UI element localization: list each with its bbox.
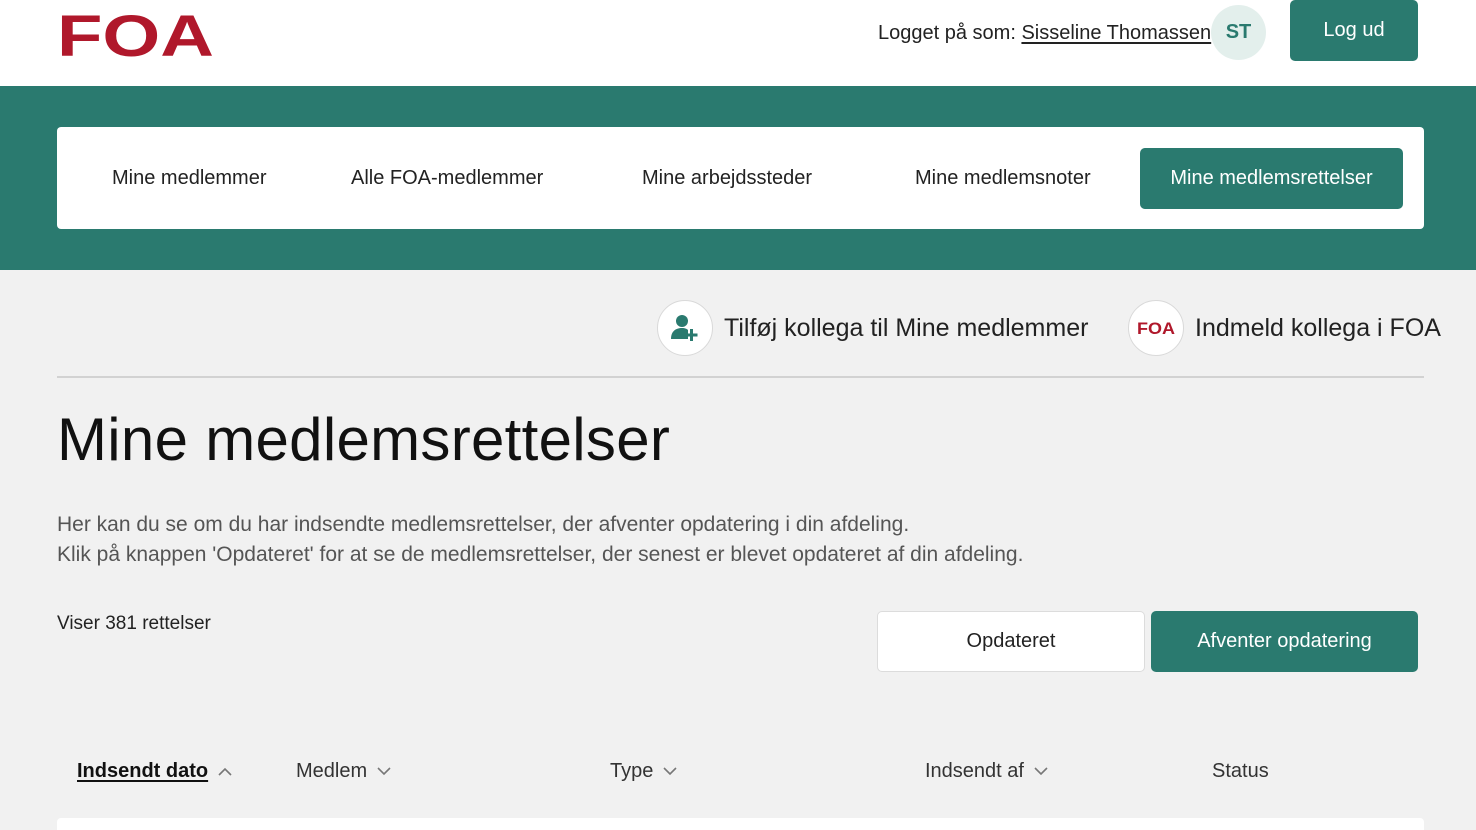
add-person-icon [657,300,713,356]
page-description: Her kan du se om du har indsendte medlem… [57,510,1023,570]
enroll-colleague-label: Indmeld kollega i FOA [1195,313,1441,342]
nav-item-mine-medlemmer[interactable]: Mine medlemmer [112,127,266,229]
add-colleague-label: Tilføj kollega til Mine medlemmer [724,313,1089,342]
nav-item-mine-medlemsnoter[interactable]: Mine medlemsnoter [915,127,1091,229]
nav-item-mine-arbejdssteder[interactable]: Mine arbejdssteder [642,127,812,229]
logged-in-label: Logget på som: [878,22,1016,44]
updated-toggle-button[interactable]: Opdateret [877,611,1145,672]
result-count: Viser 381 rettelser [57,613,211,634]
chevron-down-icon [1034,766,1048,776]
logout-button[interactable]: Log ud [1290,0,1418,61]
enroll-colleague-action[interactable]: FOA Indmeld kollega i FOA [1128,300,1441,356]
nav-item-mine-medlemsrettelser[interactable]: Mine medlemsrettelser [1140,148,1403,209]
logged-in-info: Logget på som: Sisseline Thomassen [878,22,1211,45]
section-divider [57,376,1424,378]
user-name-link[interactable]: Sisseline Thomassen [1021,22,1211,44]
column-label: Medlem [296,759,368,782]
description-line-1: Her kan du se om du har indsendte medlem… [57,513,910,536]
column-header-indsendt-af[interactable]: Indsendt af [925,757,1048,785]
column-label: Type [610,759,654,782]
chevron-down-icon [377,766,391,776]
column-header-type[interactable]: Type [610,757,677,785]
page-title: Mine medlemsrettelser [57,406,671,473]
column-header-status: Status [1212,757,1269,785]
column-label: Indsendt dato [77,759,209,782]
column-header-medlem[interactable]: Medlem [296,757,391,785]
column-label: Status [1212,759,1269,782]
pending-toggle-button[interactable]: Afventer opdatering [1151,611,1418,672]
table-body-top [57,818,1424,830]
chevron-down-icon [663,766,677,776]
add-colleague-action[interactable]: Tilføj kollega til Mine medlemmer [657,300,1088,356]
column-header-indsendt-dato[interactable]: Indsendt dato [77,757,232,785]
column-label: Indsendt af [925,759,1024,782]
top-header: FOA Logget på som: Sisseline Thomassen S… [0,0,1476,86]
foa-logo-text: FOA [57,12,214,58]
chevron-up-icon [218,767,232,776]
foa-logo[interactable]: FOA [57,12,215,58]
foa-small-logo-icon: FOA [1128,300,1184,356]
description-line-2: Klik på knappen 'Opdateret' for at se de… [57,543,1024,566]
svg-text:FOA: FOA [1137,320,1175,336]
main-nav: Mine medlemmer Alle FOA-medlemmer Mine a… [57,127,1424,229]
avatar[interactable]: ST [1211,5,1266,60]
nav-item-alle-foa-medlemmer[interactable]: Alle FOA-medlemmer [351,127,543,229]
